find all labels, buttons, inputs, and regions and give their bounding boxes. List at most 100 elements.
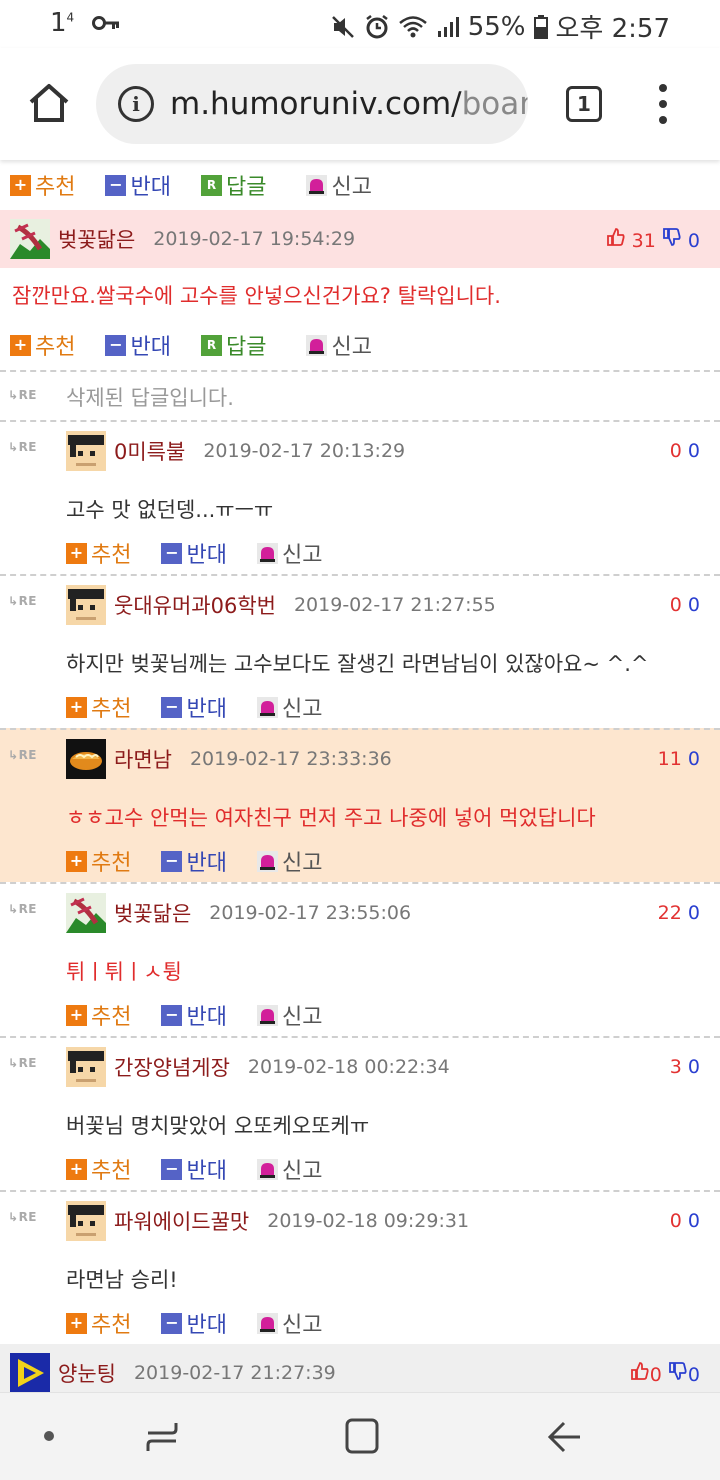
recommend-button[interactable]: + 추천 — [66, 1153, 131, 1185]
comment-text: 잠깐만요.쌀국수에 고수를 안넣으신건가요? 탈락입니다. — [12, 284, 501, 308]
report-button[interactable]: 신고 — [256, 1153, 322, 1185]
report-button[interactable]: 신고 — [256, 999, 322, 1031]
minus-icon: − — [105, 334, 127, 356]
avatar — [66, 585, 106, 625]
recommend-button[interactable]: + 추천 — [66, 1307, 131, 1339]
siren-icon — [256, 1004, 278, 1026]
clock: 오후 2:57 — [555, 14, 671, 44]
home-button[interactable] — [26, 80, 72, 126]
comment-text: 라면남 승리! — [66, 1268, 178, 1292]
comment-nickname[interactable]: 벚꽃닮은 — [114, 898, 191, 928]
address-bar[interactable]: i m.humoruniv.com/boar — [96, 64, 528, 144]
siren-icon — [256, 850, 278, 872]
reply-arrow-icon: ↳RE — [8, 388, 37, 402]
oppose-button[interactable]: − 반대 — [161, 537, 227, 569]
comment-text: ㅎㅎ고수 안먹는 여자친구 먼저 주고 나중에 넣어 먹었답니다 — [66, 806, 596, 830]
report-button[interactable]: 신고 — [256, 537, 322, 569]
recents-button[interactable] — [142, 1419, 182, 1459]
siren-icon — [256, 542, 278, 564]
comment-date: 2019-02-18 09:29:31 — [267, 1210, 470, 1232]
home-nav-button[interactable] — [344, 1417, 380, 1459]
oppose-button[interactable]: − 반대 — [161, 1153, 227, 1185]
reply-item: ↳RE 파워에이드꿀맛 2019-02-18 09:29:31 0 0 라면남 … — [0, 1190, 720, 1344]
comment-nickname[interactable]: 양눈팅 — [58, 1358, 116, 1388]
thumbs-up-icon[interactable] — [630, 1361, 650, 1386]
comment-nickname[interactable]: 라면남 — [114, 744, 172, 774]
avatar — [66, 893, 106, 933]
recommend-button[interactable]: + 추천 — [66, 999, 131, 1031]
reply-item: ↳RE 라면남 2019-02-17 23:33:36 11 0 ㅎㅎ고수 안먹… — [0, 728, 720, 882]
comment-text: 하지만 벚꽃님께는 고수보다도 잘생긴 라면남님이 있잖아요~ ^.^ — [66, 652, 649, 676]
report-button[interactable]: 신고 — [256, 1307, 322, 1339]
thumbs-down-icon[interactable] — [668, 1361, 688, 1386]
avatar — [66, 431, 106, 471]
alarm-icon — [364, 14, 390, 40]
report-button[interactable]: 신고 — [306, 329, 372, 361]
reply-arrow-icon: ↳RE — [8, 594, 37, 608]
thumbs-up-icon[interactable] — [606, 227, 632, 252]
deleted-text: 삭제된 답글입니다. — [66, 386, 234, 410]
minus-icon: − — [161, 1158, 183, 1180]
oppose-button[interactable]: − 반대 — [161, 1307, 227, 1339]
tab-switcher-button[interactable]: 1 — [566, 86, 602, 122]
menu-icon[interactable] — [656, 84, 670, 124]
reply-icon: R — [200, 174, 222, 196]
vote-counts: 3 0 — [669, 1056, 700, 1078]
avatar — [10, 1353, 50, 1392]
downvote-count: 0 — [687, 229, 700, 252]
reply-button[interactable]: R 답글 — [200, 169, 266, 201]
vote-counts: 0 0 — [669, 594, 700, 616]
minus-icon: − — [161, 1312, 183, 1334]
plus-icon: + — [66, 850, 87, 872]
comment-nickname[interactable]: 벚꽃닮은 — [58, 224, 135, 254]
action-bar: + 추천 − 반대 신고 — [66, 836, 720, 886]
comment-date: 2019-02-18 00:22:34 — [247, 1056, 450, 1078]
vote-counts: 31 0 — [606, 227, 700, 252]
oppose-button[interactable]: − 반대 — [161, 999, 227, 1031]
avatar — [10, 219, 50, 259]
plus-icon: + — [66, 696, 87, 718]
comment-nickname[interactable]: 0미륵불 — [114, 436, 185, 466]
oppose-button[interactable]: − 반대 — [105, 329, 171, 361]
recommend-button[interactable]: + 추천 — [66, 691, 131, 723]
siren-icon — [256, 1312, 278, 1334]
plus-icon: + — [66, 1004, 87, 1026]
notification-count: 14 — [50, 8, 75, 38]
recommend-button[interactable]: + 추천 — [66, 845, 131, 877]
status-bar: 14 55% 오후 2:57 — [0, 0, 720, 48]
oppose-button[interactable]: − 반대 — [161, 845, 227, 877]
siren-icon — [306, 334, 328, 356]
minus-icon: − — [161, 696, 183, 718]
report-button[interactable]: 신고 — [256, 845, 322, 877]
comment-text: 버꽃님 명치맞았어 오또케오또케ㅠ — [66, 1114, 370, 1138]
comment-item: 벚꽃닮은 2019-02-17 19:54:29 31 0 잠깐만요.쌀국수에 … — [0, 210, 720, 370]
thumbs-down-icon[interactable] — [662, 227, 688, 252]
avatar — [66, 1201, 106, 1241]
action-bar: + 추천 − 반대 R 답글 신고 — [0, 160, 720, 210]
comment-date: 2019-02-17 21:27:39 — [133, 1362, 336, 1384]
back-button[interactable] — [544, 1419, 584, 1459]
signal-icon — [436, 15, 460, 39]
reply-arrow-icon: ↳RE — [8, 902, 37, 916]
report-button[interactable]: 신고 — [306, 169, 372, 201]
action-bar: + 추천 − 반대 신고 — [66, 682, 720, 732]
comment-nickname[interactable]: 웃대유머과06학번 — [114, 590, 276, 620]
report-button[interactable]: 신고 — [256, 691, 322, 723]
system-nav-bar — [0, 1392, 720, 1480]
action-bar: + 추천 − 반대 신고 — [66, 1144, 720, 1194]
info-icon[interactable]: i — [118, 86, 154, 122]
recommend-button[interactable]: + 추천 — [10, 169, 75, 201]
comment-header: 파워에이드꿀맛 2019-02-18 09:29:31 0 0 — [66, 1192, 720, 1250]
oppose-button[interactable]: − 반대 — [105, 169, 171, 201]
minus-icon: − — [161, 542, 183, 564]
battery-icon — [533, 14, 548, 39]
recommend-button[interactable]: + 추천 — [10, 329, 75, 361]
oppose-button[interactable]: − 반대 — [161, 691, 227, 723]
recommend-button[interactable]: + 추천 — [66, 537, 131, 569]
reply-button[interactable]: R 답글 — [200, 329, 266, 361]
comment-nickname[interactable]: 파워에이드꿀맛 — [114, 1206, 249, 1236]
comment-header: 간장양념게장 2019-02-18 00:22:34 3 0 — [66, 1038, 720, 1096]
mute-icon — [330, 14, 356, 40]
comment-nickname[interactable]: 간장양념게장 — [114, 1052, 230, 1082]
minus-icon: − — [161, 850, 183, 872]
